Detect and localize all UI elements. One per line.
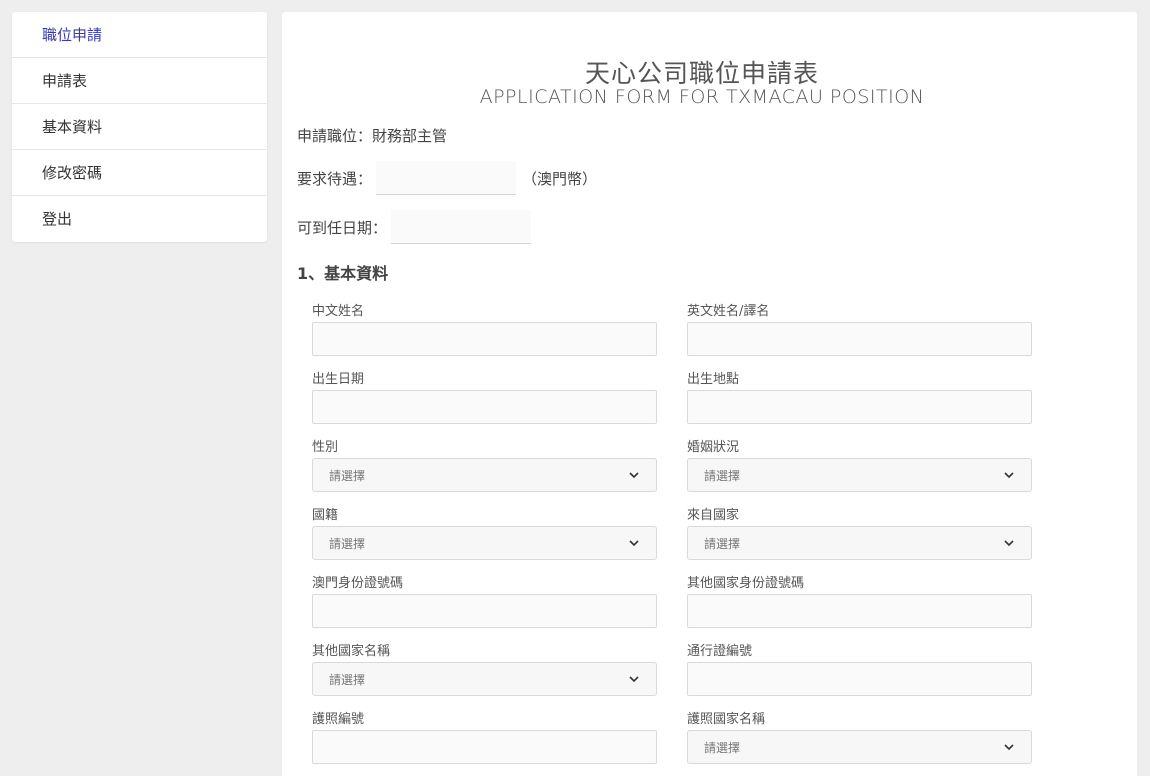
- chinese-name-label: 中文姓名: [312, 304, 365, 319]
- birth-date-label: 出生日期: [312, 372, 365, 387]
- permit-no-input[interactable]: [687, 662, 1032, 696]
- form-title: 天心公司職位申請表: [584, 59, 819, 88]
- other-id-label: 其他國家身份證號碼: [687, 576, 805, 591]
- marital-status-label: 婚姻狀況: [687, 440, 740, 455]
- sidebar-item-change-password[interactable]: 修改密碼: [12, 150, 267, 196]
- marital-status-select-value: 請選擇: [704, 468, 741, 483]
- start-date-row: 可到任日期：: [297, 210, 532, 244]
- gender-select-value: 請選擇: [329, 468, 366, 483]
- passport-country-label: 護照國家名稱: [687, 712, 766, 727]
- salary-label: 要求待遇：: [297, 169, 373, 188]
- form-subtitle: APPLICATION FORM FOR TXMACAU POSITION: [479, 86, 925, 108]
- birth-place-input[interactable]: [687, 390, 1032, 424]
- macau-id-label: 澳門身份證號碼: [312, 576, 404, 591]
- birth-date-input[interactable]: [312, 390, 657, 424]
- nationality-select[interactable]: 請選擇: [312, 526, 657, 560]
- other-country-name-select-value: 請選擇: [329, 672, 366, 687]
- chevron-down-icon: [629, 540, 639, 547]
- position-label: 申請職位：財務部主管: [297, 127, 448, 145]
- sidebar-item-job-application[interactable]: 職位申請: [12, 12, 267, 58]
- chevron-down-icon: [1004, 540, 1014, 547]
- chevron-down-icon: [629, 472, 639, 479]
- sidebar-item-basic-info[interactable]: 基本資料: [12, 104, 267, 150]
- other-country-name-select[interactable]: 請選擇: [312, 662, 657, 696]
- from-country-label: 來自國家: [687, 508, 740, 523]
- gender-select[interactable]: 請選擇: [312, 458, 657, 492]
- chevron-down-icon: [1004, 744, 1014, 751]
- salary-row: 要求待遇： （澳門幣）: [297, 161, 597, 195]
- english-name-label: 英文姓名/譯名: [687, 304, 770, 319]
- salary-input[interactable]: [376, 161, 517, 195]
- permit-no-label: 通行證編號: [687, 644, 753, 659]
- nationality-label: 國籍: [312, 508, 339, 523]
- other-country-name-label: 其他國家名稱: [312, 644, 391, 659]
- from-country-select[interactable]: 請選擇: [687, 526, 1032, 560]
- chinese-name-input[interactable]: [312, 322, 657, 356]
- form-panel: 天心公司職位申請表 APPLICATION FORM FOR TXMACAU P…: [282, 12, 1137, 776]
- salary-unit: （澳門幣）: [522, 169, 598, 188]
- section-title-basic-info: 1、基本資料: [297, 264, 389, 283]
- sidebar-item-application-form[interactable]: 申請表: [12, 58, 267, 104]
- passport-no-label: 護照編號: [312, 712, 365, 727]
- sidebar-item-logout[interactable]: 登出: [12, 196, 267, 242]
- chevron-down-icon: [1004, 472, 1014, 479]
- from-country-select-value: 請選擇: [704, 536, 741, 551]
- start-date-input[interactable]: [391, 210, 532, 244]
- chevron-down-icon: [629, 676, 639, 683]
- english-name-input[interactable]: [687, 322, 1032, 356]
- start-date-label: 可到任日期：: [297, 218, 388, 237]
- gender-label: 性別: [312, 440, 339, 455]
- passport-country-select[interactable]: 請選擇: [687, 730, 1032, 764]
- passport-no-input[interactable]: [312, 730, 657, 764]
- marital-status-select[interactable]: 請選擇: [687, 458, 1032, 492]
- birth-place-label: 出生地點: [687, 372, 740, 387]
- sidebar: 職位申請 申請表 基本資料 修改密碼 登出: [12, 12, 267, 242]
- passport-country-select-value: 請選擇: [704, 740, 741, 755]
- nationality-select-value: 請選擇: [329, 536, 366, 551]
- other-id-input[interactable]: [687, 594, 1032, 628]
- position-row: 申請職位：財務部主管: [297, 125, 447, 146]
- macau-id-input[interactable]: [312, 594, 657, 628]
